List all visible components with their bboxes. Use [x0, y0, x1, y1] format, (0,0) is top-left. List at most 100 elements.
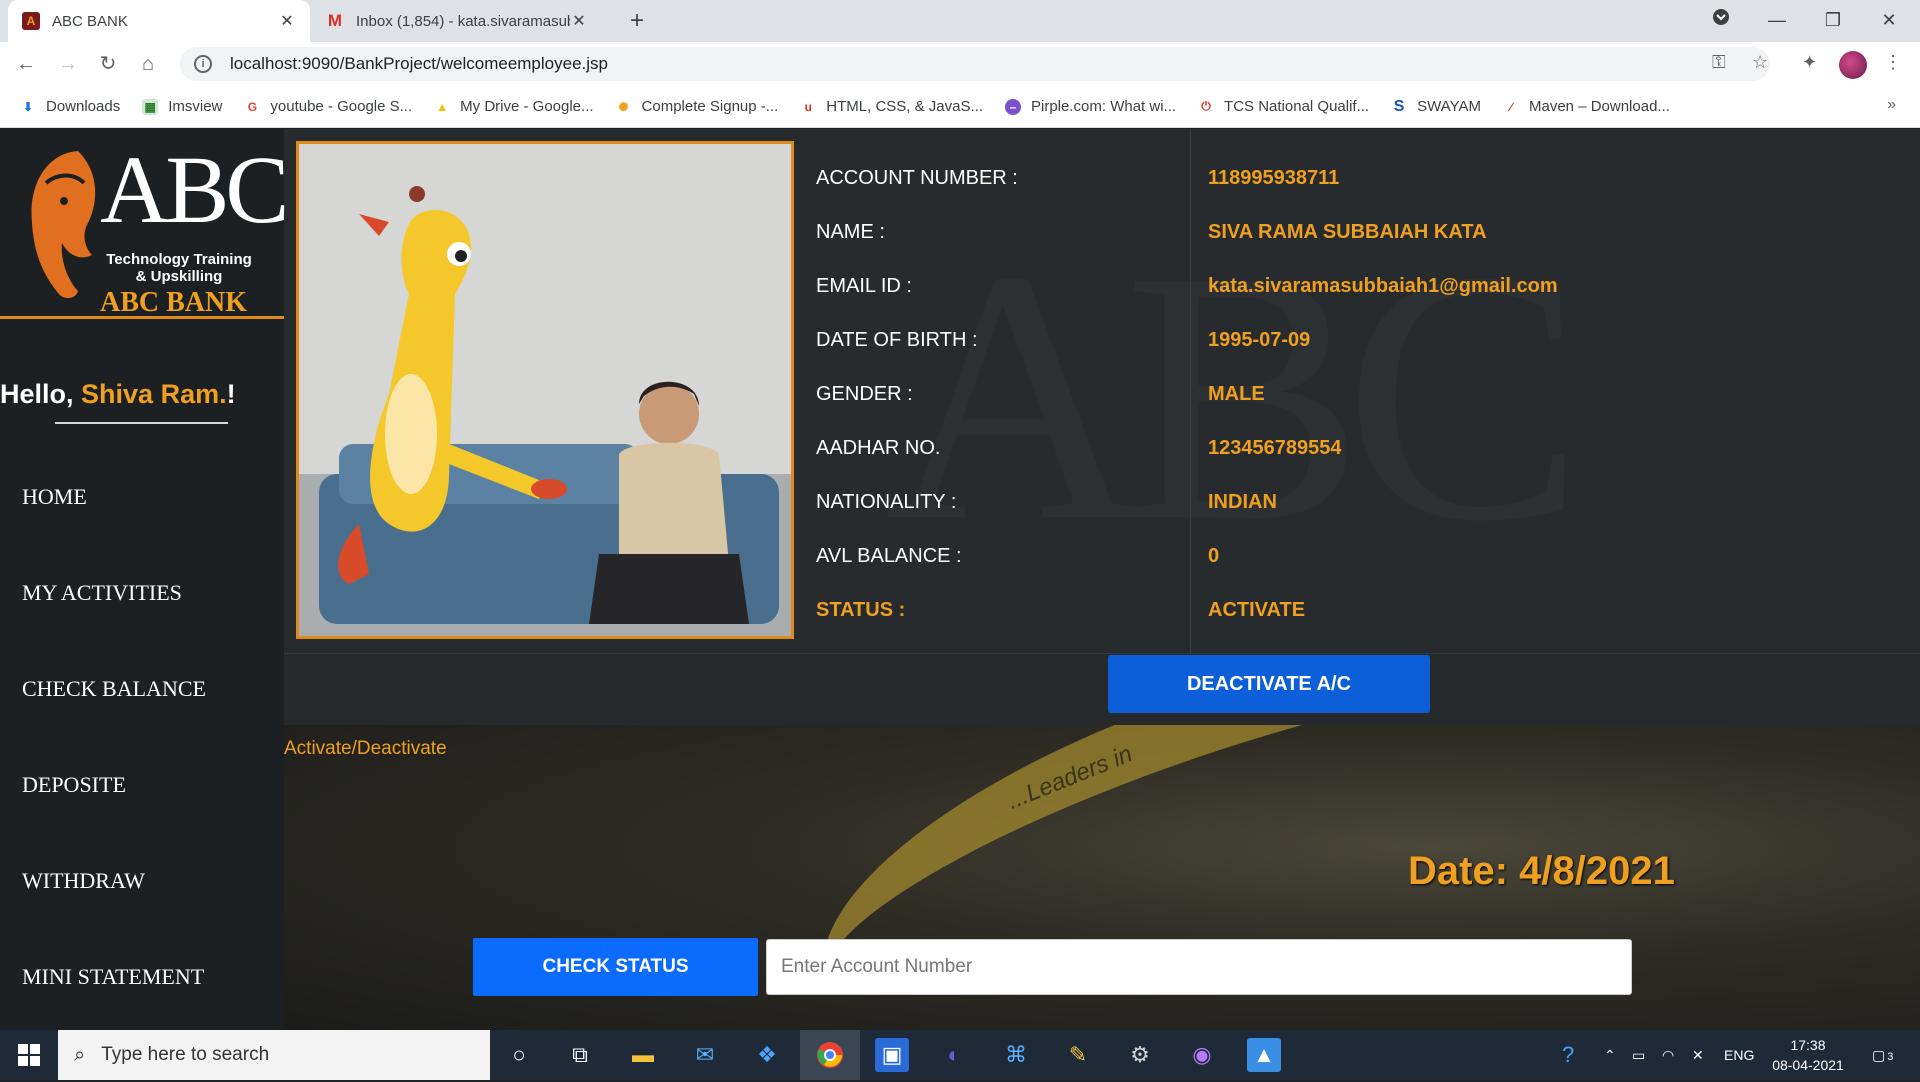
back-icon[interactable]: ← [12, 50, 40, 78]
restore-icon[interactable]: ❐ [1810, 0, 1856, 42]
bookmark-html-css[interactable]: u HTML, CSS, & JavaS... [800, 98, 983, 115]
photos-icon[interactable]: ▲ [1247, 1038, 1281, 1072]
udemy-icon: u [804, 99, 812, 114]
notepad-icon[interactable]: ✎ [1061, 1038, 1095, 1072]
bookmark-tcs[interactable]: ⏻ TCS National Qualif... [1198, 98, 1369, 115]
home-icon[interactable]: ⌂ [134, 50, 162, 78]
close-window-icon[interactable]: ✕ [1866, 0, 1912, 42]
browser-toolbar: ← → ↻ ⌂ i localhost:9090/BankProject/wel… [0, 42, 1920, 86]
current-date: Date: 4/8/2021 [1408, 849, 1675, 893]
site-info-icon[interactable]: i [194, 55, 212, 73]
battery-icon[interactable]: ▭ [1632, 1030, 1645, 1080]
logo-tagline: Technology Training & Upskilling [100, 251, 258, 285]
windows-taskbar: ⌕ Type here to search ○ ⧉ ▬ ✉ ❖ ▣ ◐ ⌘ ✎ … [0, 1030, 1920, 1080]
value-name: SIVA RAMA SUBBAIAH KATA [1208, 221, 1487, 243]
address-bar-url: localhost:9090/BankProject/welcomeemploy… [230, 54, 608, 73]
greeting-name: Shiva Ram. [81, 379, 227, 409]
value-status: ACTIVATE [1208, 599, 1306, 621]
deactivate-account-button[interactable]: DEACTIVATE A/C [1108, 655, 1430, 713]
bookmark-maven[interactable]: ∕ Maven – Download... [1503, 98, 1670, 115]
notifications-icon[interactable]: ▢ 3 [1872, 1030, 1893, 1080]
minimize-icon[interactable]: — [1754, 0, 1800, 42]
bank-page: ABC ...Leaders in ABC Technology Trainin… [0, 129, 1920, 1030]
task-view-icon[interactable]: ⧉ [563, 1038, 597, 1072]
bookmark-swayam[interactable]: S SWAYAM [1391, 98, 1481, 116]
tab-search-icon[interactable] [1698, 0, 1744, 42]
menu-item-withdraw[interactable]: WITHDRAW [22, 868, 145, 894]
abc-favicon-icon: A [22, 12, 40, 30]
value-account-number: 118995938711 [1208, 167, 1340, 189]
new-tab-icon[interactable]: + [622, 6, 652, 36]
label-account-number: ACCOUNT NUMBER : [816, 167, 1018, 189]
menu-item-my-activities[interactable]: MY ACTIVITIES [22, 580, 182, 606]
key-icon[interactable]: ⚿ [1712, 52, 1726, 73]
profile-photo [296, 141, 794, 639]
check-status-button[interactable]: CHECK STATUS [473, 938, 758, 996]
app-icon[interactable]: ▣ [875, 1038, 909, 1072]
menu-item-deposite[interactable]: DEPOSITE [22, 772, 126, 798]
download-icon: ⬇ [22, 99, 34, 114]
value-email: kata.sivaramasubbaiah1@gmail.com [1208, 275, 1558, 297]
github-icon[interactable]: ◉ [1185, 1038, 1219, 1072]
volume-muted-icon[interactable]: ✕ [1692, 1030, 1704, 1080]
browser-menu-icon[interactable]: ⋮ [1884, 52, 1902, 73]
close-tab-icon[interactable]: ✕ [570, 11, 588, 31]
tab-abc-bank[interactable]: A ABC BANK ✕ [8, 0, 310, 42]
bookmark-downloads[interactable]: ⬇ Downloads [20, 98, 120, 115]
bookmark-imsview[interactable]: ▦ Imsview [142, 98, 222, 115]
eclipse-icon[interactable]: ◐ [937, 1038, 971, 1072]
chrome-icon[interactable] [813, 1038, 847, 1072]
value-balance: 0 [1208, 545, 1220, 567]
value-aadhar: 123456789554 [1208, 437, 1342, 459]
taskbar-search[interactable]: ⌕ Type here to search [58, 1030, 490, 1080]
sidebar: ABC Technology Training & Upskilling ABC… [0, 129, 289, 1030]
settings-gear-icon[interactable]: ⚙ [1123, 1038, 1157, 1072]
cortana-icon[interactable]: ○ [502, 1038, 536, 1072]
label-balance: AVL BALANCE : [816, 545, 962, 567]
browser-tab-bar: A ABC BANK ✕ M Inbox (1,854) - kata.siva… [0, 0, 1920, 42]
more-bookmarks-icon[interactable]: » [1887, 96, 1896, 114]
deactivate-strip [284, 653, 1920, 725]
greeting: Hello, Shiva Ram.! [0, 379, 236, 410]
menu-item-mini-statement[interactable]: MINI STATEMENT [22, 964, 204, 990]
tab-gmail-inbox[interactable]: M Inbox (1,854) - kata.sivaramasubb ✕ [312, 0, 602, 42]
menu-item-home[interactable]: HOME [22, 484, 87, 510]
bookmarks-bar: ⬇ Downloads ▦ Imsview Gyoutube - Google S.… [0, 86, 1920, 128]
language-indicator[interactable]: ENG [1724, 1030, 1754, 1080]
windows-start-button[interactable] [0, 1030, 58, 1080]
label-nationality: NATIONALITY : [816, 491, 957, 513]
profile-avatar[interactable] [1839, 51, 1867, 79]
account-number-input[interactable] [766, 939, 1632, 995]
menu-item-check-balance[interactable]: CHECK BALANCE [22, 676, 206, 702]
bookmark-label: SWAYAM [1417, 98, 1481, 115]
details-column-divider [1190, 129, 1191, 654]
bookmark-complete-signup[interactable]: ✺ Complete Signup -... [616, 98, 779, 115]
mail-icon[interactable]: ✉ [688, 1038, 722, 1072]
tray-chevron-icon[interactable]: ⌃ [1604, 1030, 1616, 1080]
abc-logo: ABC Technology Training & Upskilling ABC… [0, 129, 289, 319]
dropbox-icon[interactable]: ❖ [750, 1038, 784, 1072]
reload-icon[interactable]: ↻ [94, 50, 122, 78]
bookmark-youtube[interactable]: Gyoutube - Google S... [244, 98, 412, 115]
breadcrumb[interactable]: Activate/Deactivate [284, 738, 447, 760]
drive-icon: ▲ [436, 99, 449, 114]
address-bar[interactable]: i localhost:9090/BankProject/welcomeempl… [180, 47, 1770, 81]
bookmark-my-drive[interactable]: ▲ My Drive - Google... [434, 98, 593, 115]
extensions-icon[interactable]: ✦ [1802, 52, 1817, 73]
terminal-icon[interactable]: ⌘ [999, 1038, 1033, 1072]
taskbar-clock[interactable]: 17:38 08-04-2021 [1760, 1035, 1856, 1075]
forward-icon[interactable]: → [54, 50, 82, 78]
search-icon: ⌕ [74, 1043, 86, 1066]
bookmark-pirple[interactable]: – Pirple.com: What wi... [1005, 98, 1176, 115]
wifi-icon[interactable]: ◠ [1662, 1030, 1674, 1080]
help-icon[interactable]: ? [1562, 1030, 1574, 1080]
close-tab-icon[interactable]: ✕ [278, 11, 296, 31]
chrome-logo-icon [817, 1042, 843, 1068]
label-name: NAME : [816, 221, 885, 243]
google-icon: G [247, 99, 258, 114]
tab-title: ABC BANK [52, 12, 128, 30]
gmail-icon: M [327, 11, 343, 30]
bookmark-star-icon[interactable]: ☆ [1752, 52, 1768, 73]
file-explorer-icon[interactable]: ▬ [626, 1038, 660, 1072]
greeting-suffix: ! [226, 379, 236, 409]
